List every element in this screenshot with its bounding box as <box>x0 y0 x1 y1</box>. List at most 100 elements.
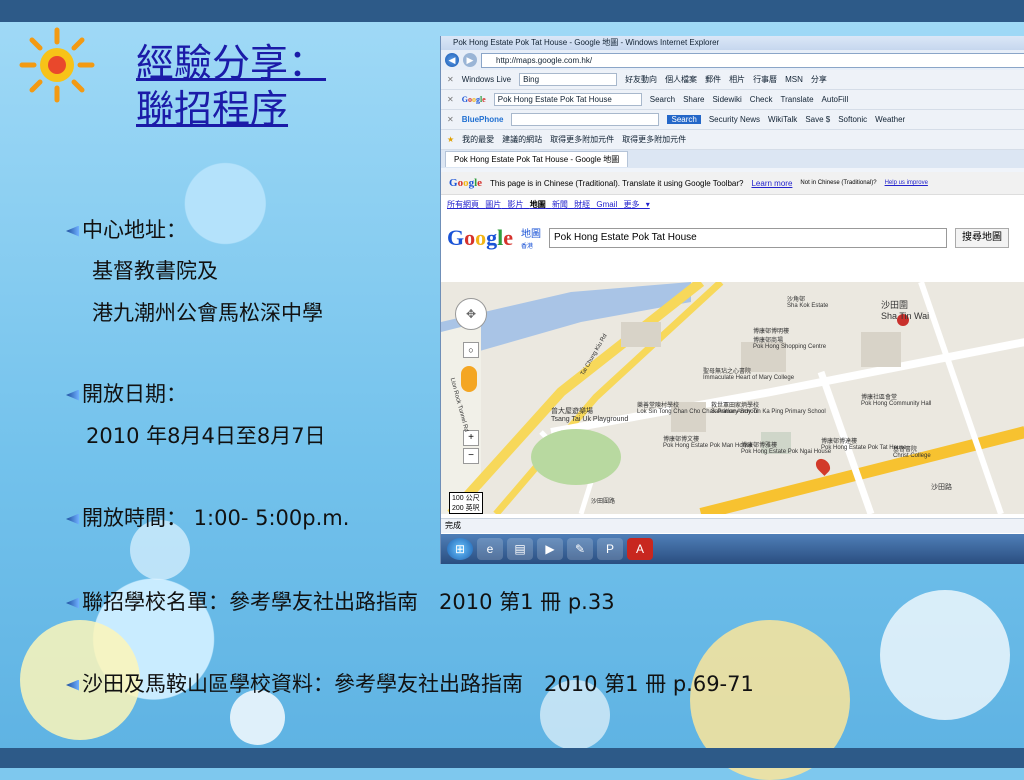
toolbar-link[interactable]: 好友動向 <box>625 74 657 85</box>
toolbar-link[interactable]: 個人檔案 <box>665 74 697 85</box>
bing-input[interactable]: Bing <box>519 73 618 86</box>
map-label: 沙田圍 Sha Tin Wai <box>881 300 930 321</box>
zoom-full-icon[interactable]: ○ <box>463 342 479 358</box>
translate-note: Not in Chinese (Traditional)? <box>800 180 877 186</box>
toolbar-link[interactable]: 行事曆 <box>753 74 777 85</box>
favorites-item[interactable]: 取得更多附加元件 <box>622 134 686 145</box>
bullet-line: 2010 年8月4日至8月7日 <box>86 424 326 448</box>
favorites-bar: ★ 我的最愛 建議的網站 取得更多附加元件 取得更多附加元件 <box>441 130 1024 150</box>
translate-text: This page is in Chinese (Traditional). T… <box>490 178 744 188</box>
bullet-school-info: 沙田及馬鞍山區學校資料：參考學友社出路指南 2010 第1 冊 p.69-71 <box>66 668 754 698</box>
nav-link[interactable]: 財經 <box>574 200 590 209</box>
nav-link[interactable]: 影片 <box>507 200 523 209</box>
toolbar-item[interactable]: Save $ <box>805 115 830 124</box>
nav-link[interactable]: 所有網頁 <box>447 200 479 209</box>
nav-link-active[interactable]: 地圖 <box>530 200 546 209</box>
close-icon[interactable]: ✕ <box>447 115 454 124</box>
url-input[interactable]: http://maps.google.com.hk/ <box>481 52 1024 68</box>
bullet-label: 中心地址： <box>82 218 187 242</box>
close-icon[interactable]: ✕ <box>447 95 454 104</box>
windows-taskbar: ⊞ e ▤ ▶ ✎ P A <box>441 534 1024 564</box>
search-maps-button[interactable]: 搜尋地圖 <box>955 228 1010 248</box>
toolbar-windows-live: ✕ Windows Live Bing 好友動向 個人檔案 郵件 相片 行事曆 … <box>441 70 1024 90</box>
google-maps-logo: Google <box>447 225 514 250</box>
folder-icon[interactable]: ▤ <box>507 538 533 560</box>
favorites-item[interactable]: 我的最愛 <box>462 134 494 145</box>
learn-more-link[interactable]: Learn more <box>751 179 792 188</box>
bullet-address: 中心地址： <box>66 214 187 244</box>
bullet-label: 開放日期： <box>82 382 187 406</box>
acrobat-icon[interactable]: A <box>627 538 653 560</box>
bullet-date: 開放日期： <box>66 378 187 408</box>
google-logo: Google <box>461 95 486 104</box>
nav-link[interactable]: 新聞 <box>552 200 568 209</box>
paint-icon[interactable]: ✎ <box>567 538 593 560</box>
toolbar-translate[interactable]: Translate <box>780 95 813 104</box>
map-canvas <box>441 282 1024 514</box>
powerpoint-icon[interactable]: P <box>597 538 623 560</box>
toolbar-item[interactable]: Softonic <box>838 115 867 124</box>
favorites-item[interactable]: 取得更多附加元件 <box>550 134 614 145</box>
toolbar-autofill[interactable]: AutoFill <box>822 95 849 104</box>
nav-link[interactable]: Gmail <box>596 200 617 209</box>
forward-icon[interactable]: ▶ <box>463 53 477 67</box>
bullet-arrow-icon <box>66 513 79 525</box>
bluephone-search-button[interactable]: Search <box>667 115 701 124</box>
map-label: 曾大屋遊樂場 Tsang Tai Uk Playground <box>551 408 629 423</box>
maps-search-row: Google 地圖 香港 Pok Hong Estate Pok Tat Hous… <box>441 214 1024 262</box>
bullet-school-list: 聯招學校名單：參考學友社出路指南 2010 第1 冊 p.33 <box>66 586 615 616</box>
map-view[interactable]: ✥ ○ + − 100 公尺 200 英呎 沙田圍 Sha Tin Wai 曾大屋遊… <box>441 282 1024 514</box>
toolbar-link[interactable]: MSN <box>785 75 803 84</box>
translate-bar: Google This page is in Chinese (Traditio… <box>441 172 1024 195</box>
toolbar-sidewiki[interactable]: Sidewiki <box>712 95 741 104</box>
favorites-item[interactable]: 建議的網站 <box>502 134 542 145</box>
maps-search-input[interactable]: Pok Hong Estate Pok Tat House <box>549 228 948 248</box>
status-bar: 完成 <box>441 518 1024 533</box>
nav-link[interactable]: 更多 ▾ <box>624 200 650 209</box>
toolbar-share[interactable]: Share <box>683 95 704 104</box>
window-title: Pok Hong Estate Pok Tat House - Google 地… <box>453 38 720 47</box>
map-label: 沙角邨 Sha Kok Estate <box>787 297 829 309</box>
close-icon[interactable]: ✕ <box>447 75 454 84</box>
pan-control-icon[interactable]: ✥ <box>455 298 487 330</box>
toolbar-bluephone: ✕ BluePhone Search Security News WikiTal… <box>441 110 1024 130</box>
window-title-bar: Pok Hong Estate Pok Tat House - Google 地… <box>441 36 1024 50</box>
toolbar-item[interactable]: Security News <box>709 115 760 124</box>
google-toolbar-input[interactable]: Pok Hong Estate Pok Tat House <box>493 93 642 106</box>
tab-google-maps[interactable]: Pok Hong Estate Pok Tat House - Google 地… <box>445 151 629 167</box>
map-label: 樂善堂陳村學校 Lok Sin Tong Chan Cho Chak Primar… <box>637 403 759 415</box>
status-text: 完成 <box>445 521 461 530</box>
bullet-label: 開放時間： 1:00- 5:00p.m. <box>82 506 350 530</box>
bullet-arrow-icon <box>66 597 79 609</box>
windows-live-label[interactable]: Windows Live <box>462 75 511 84</box>
decor-flower <box>880 590 1010 720</box>
zoom-out-icon[interactable]: − <box>463 448 479 464</box>
bullet-arrow-icon <box>66 389 79 401</box>
back-icon[interactable]: ◀ <box>445 53 459 67</box>
toolbar-link[interactable]: 分享 <box>811 74 827 85</box>
toolbar-item[interactable]: WikiTalk <box>768 115 797 124</box>
media-player-icon[interactable]: ▶ <box>537 538 563 560</box>
web-page: Google This page is in Chinese (Traditio… <box>441 172 1024 564</box>
nav-link[interactable]: 圖片 <box>485 200 501 209</box>
toolbar-link[interactable]: 相片 <box>729 74 745 85</box>
internet-explorer-icon[interactable]: e <box>477 538 503 560</box>
browser-window: Pok Hong Estate Pok Tat House - Google 地… <box>440 36 1024 564</box>
toolbar-link[interactable]: 郵件 <box>705 74 721 85</box>
toolbar-check[interactable]: Check <box>750 95 773 104</box>
map-scale: 100 公尺 200 英呎 <box>449 492 483 514</box>
bullet-label: 聯招學校名單：參考學友社出路指南 2010 第1 冊 p.33 <box>82 590 615 614</box>
map-label: 博康社區會堂 Pok Hong Community Hall <box>861 395 932 407</box>
help-improve-link[interactable]: Help us improve <box>885 180 928 186</box>
bluephone-search-input[interactable] <box>511 113 660 126</box>
zoom-in-icon[interactable]: + <box>463 430 479 446</box>
toolbar-item[interactable]: Weather <box>875 115 905 124</box>
bullet-line: 基督教書院及 <box>92 259 218 283</box>
start-button-icon[interactable]: ⊞ <box>447 538 473 560</box>
pegman-icon[interactable] <box>461 366 477 392</box>
map-label: 博康邨博明樓 博康邨商場 Pok Hong Shopping Centre <box>753 329 827 350</box>
sun-icon <box>19 27 95 103</box>
toolbar-search[interactable]: Search <box>650 95 675 104</box>
toolbar-google: ✕ Google Pok Hong Estate Pok Tat House S… <box>441 90 1024 110</box>
address-bar: ◀ ▶ http://maps.google.com.hk/ <box>441 50 1024 70</box>
